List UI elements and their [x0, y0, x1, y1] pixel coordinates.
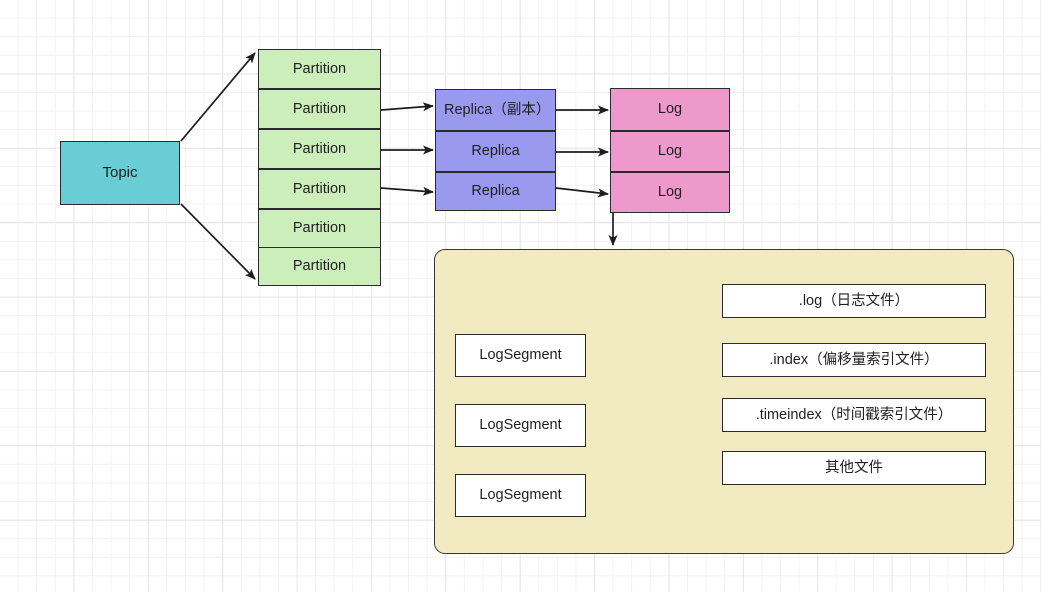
- partition-label: Partition: [292, 180, 347, 197]
- log-label: Log: [657, 143, 683, 160]
- log-segment-label: LogSegment: [479, 487, 562, 504]
- topic-box[interactable]: Topic: [60, 141, 180, 205]
- file-box-log[interactable]: .log（日志文件）: [722, 284, 986, 318]
- log-segment-box-2[interactable]: LogSegment: [455, 404, 586, 447]
- file-box-other[interactable]: 其他文件: [722, 451, 986, 485]
- partition-box-2[interactable]: Partition: [258, 89, 381, 129]
- log-segment-label: LogSegment: [479, 417, 562, 434]
- partition-box-3[interactable]: Partition: [258, 129, 381, 169]
- topic-label: Topic: [102, 164, 138, 182]
- log-segment-label: LogSegment: [479, 347, 562, 364]
- arrow-replica-to-log-3: [555, 187, 609, 198]
- replica-label: Replica: [471, 183, 520, 200]
- partition-box-5[interactable]: Partition: [258, 209, 381, 248]
- file-label: .index（偏移量索引文件）: [769, 351, 939, 368]
- partition-box-4[interactable]: Partition: [258, 169, 381, 209]
- file-box-timeindex[interactable]: .timeindex（时间戳索引文件）: [722, 398, 986, 432]
- log-segment-box-1[interactable]: LogSegment: [455, 334, 586, 377]
- log-box-3[interactable]: Log: [610, 172, 730, 213]
- partition-label: Partition: [292, 258, 347, 275]
- file-label: .timeindex（时间戳索引文件）: [755, 406, 953, 423]
- log-segment-box-3[interactable]: LogSegment: [455, 474, 586, 517]
- replica-box-2[interactable]: Replica: [435, 131, 556, 172]
- replica-box-1[interactable]: Replica（副本）: [435, 89, 556, 131]
- partition-label: Partition: [292, 140, 347, 157]
- file-label: 其他文件: [825, 459, 883, 476]
- file-box-index[interactable]: .index（偏移量索引文件）: [722, 343, 986, 377]
- log-label: Log: [657, 101, 683, 118]
- partition-box-6[interactable]: Partition: [258, 247, 381, 286]
- partition-box-1[interactable]: Partition: [258, 49, 381, 89]
- replica-label: Replica（副本）: [444, 101, 551, 118]
- arrow-partition-to-replica-3: [380, 186, 434, 196]
- partition-label: Partition: [292, 220, 347, 237]
- file-label: .log（日志文件）: [798, 292, 910, 309]
- log-box-2[interactable]: Log: [610, 131, 730, 172]
- arrow-partition-to-replica-1: [380, 102, 434, 112]
- arrow-topic-to-partition-top: [180, 52, 256, 142]
- diagram-canvas: Topic Partition Partition Partition Part…: [0, 0, 1041, 592]
- partition-label: Partition: [292, 100, 347, 117]
- partition-label: Partition: [292, 60, 347, 77]
- log-label: Log: [657, 184, 683, 201]
- arrow-topic-to-partition-bottom: [180, 203, 256, 280]
- replica-box-3[interactable]: Replica: [435, 172, 556, 211]
- log-box-1[interactable]: Log: [610, 88, 730, 131]
- replica-label: Replica: [471, 143, 520, 160]
